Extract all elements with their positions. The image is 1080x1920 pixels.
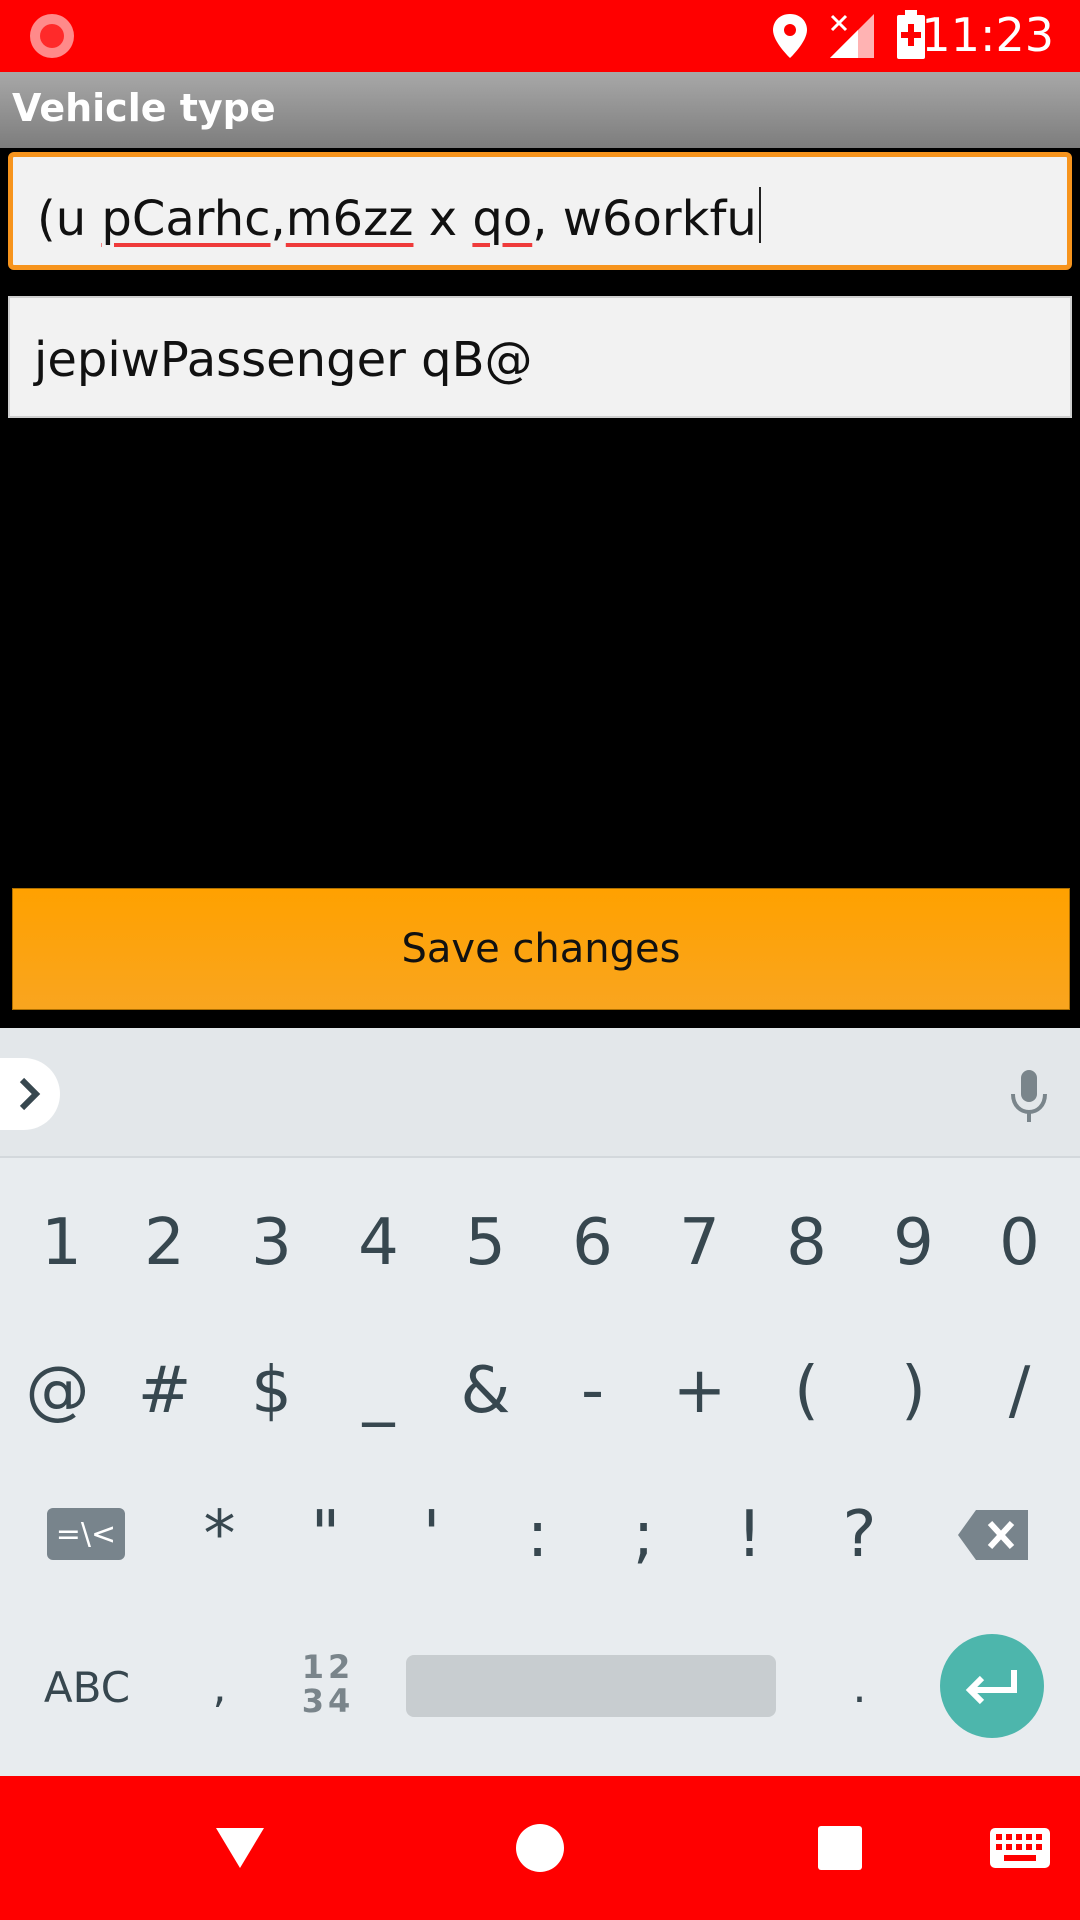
key-semicolon[interactable]: ; bbox=[590, 1460, 697, 1610]
back-button[interactable] bbox=[200, 1776, 280, 1920]
vehicle-category-input[interactable]: jepiwPassenger qB@ bbox=[8, 296, 1072, 418]
key-4[interactable]: 4 bbox=[325, 1168, 432, 1318]
save-changes-button[interactable]: Save changes bbox=[12, 888, 1070, 1010]
text-cursor bbox=[758, 187, 761, 243]
back-triangle-icon bbox=[216, 1828, 264, 1868]
key-6[interactable]: 6 bbox=[539, 1168, 646, 1318]
home-button[interactable] bbox=[500, 1776, 580, 1920]
vehicle-category-input-text: jepiwPassenger qB@ bbox=[34, 332, 533, 388]
keyboard-icon bbox=[990, 1828, 1050, 1868]
home-circle-icon bbox=[516, 1824, 564, 1872]
title-bar: Vehicle type bbox=[0, 72, 1080, 148]
page-title: Vehicle type bbox=[12, 86, 276, 130]
vehicle-type-input[interactable]: (u pCarhc,m6zz x qo, w6orkfu bbox=[8, 152, 1072, 270]
key-3[interactable]: 3 bbox=[218, 1168, 325, 1318]
keyboard-switch-button[interactable] bbox=[980, 1776, 1060, 1920]
keyboard-row-symbols-2: =\< * " ' : ; ! ? bbox=[0, 1460, 1080, 1610]
microphone-icon[interactable] bbox=[1008, 1068, 1050, 1124]
chevron-right-icon bbox=[19, 1077, 41, 1111]
key-close-paren[interactable]: ) bbox=[860, 1316, 967, 1466]
key-plus[interactable]: + bbox=[646, 1316, 753, 1466]
key-1[interactable]: 1 bbox=[8, 1168, 115, 1318]
numpad-toggle-bottom: 34 bbox=[301, 1682, 355, 1720]
key-7[interactable]: 7 bbox=[646, 1168, 753, 1318]
key-colon[interactable]: : bbox=[484, 1460, 591, 1610]
location-icon bbox=[773, 14, 807, 58]
key-dollar[interactable]: $ bbox=[218, 1316, 325, 1466]
clock: 11:23 bbox=[921, 8, 1054, 62]
navigation-bar bbox=[0, 1776, 1080, 1920]
key-2[interactable]: 2 bbox=[111, 1168, 218, 1318]
enter-key[interactable] bbox=[940, 1634, 1044, 1738]
backspace-key[interactable] bbox=[956, 1508, 1030, 1562]
key-comma[interactable]: , bbox=[166, 1612, 273, 1762]
key-minus[interactable]: - bbox=[539, 1316, 646, 1466]
status-bar: 11:23 bbox=[0, 0, 1080, 72]
key-hash[interactable]: # bbox=[111, 1316, 218, 1466]
enter-arrow-icon bbox=[965, 1670, 1017, 1705]
key-open-paren[interactable]: ( bbox=[753, 1316, 860, 1466]
key-at[interactable]: @ bbox=[4, 1316, 111, 1466]
key-exclamation[interactable]: ! bbox=[696, 1460, 803, 1610]
key-period[interactable]: . bbox=[806, 1612, 913, 1762]
abc-key[interactable]: ABC bbox=[32, 1612, 142, 1762]
key-8[interactable]: 8 bbox=[753, 1168, 860, 1318]
signal-no-service-icon bbox=[830, 14, 874, 58]
more-symbols-key[interactable]: =\< bbox=[47, 1508, 125, 1560]
key-5[interactable]: 5 bbox=[432, 1168, 539, 1318]
key-ampersand[interactable]: & bbox=[432, 1316, 539, 1466]
key-slash[interactable]: / bbox=[966, 1316, 1073, 1466]
numpad-toggle-top: 12 bbox=[301, 1648, 355, 1686]
key-question[interactable]: ? bbox=[806, 1460, 913, 1610]
keyboard-row-digits: 1 2 3 4 5 6 7 8 9 0 bbox=[0, 1168, 1080, 1318]
recents-button[interactable] bbox=[800, 1776, 880, 1920]
screen-record-icon bbox=[30, 14, 74, 58]
recents-square-icon bbox=[818, 1826, 862, 1870]
keyboard-row-symbols-1: @ # $ _ & - + ( ) / bbox=[0, 1316, 1080, 1466]
key-0[interactable]: 0 bbox=[966, 1168, 1073, 1318]
key-asterisk[interactable]: * bbox=[166, 1460, 273, 1610]
key-single-quote[interactable]: ' bbox=[378, 1460, 485, 1610]
key-double-quote[interactable]: " bbox=[272, 1460, 379, 1610]
space-key[interactable] bbox=[406, 1655, 776, 1717]
key-9[interactable]: 9 bbox=[860, 1168, 967, 1318]
expand-toolbar-button[interactable] bbox=[0, 1058, 60, 1130]
numpad-toggle-key[interactable]: 12 34 bbox=[292, 1650, 364, 1722]
suggestion-strip bbox=[0, 1028, 1080, 1158]
vehicle-type-input-text: (u pCarhc,m6zz x qo, w6orkfu bbox=[37, 187, 761, 247]
key-underscore[interactable]: _ bbox=[325, 1316, 432, 1466]
